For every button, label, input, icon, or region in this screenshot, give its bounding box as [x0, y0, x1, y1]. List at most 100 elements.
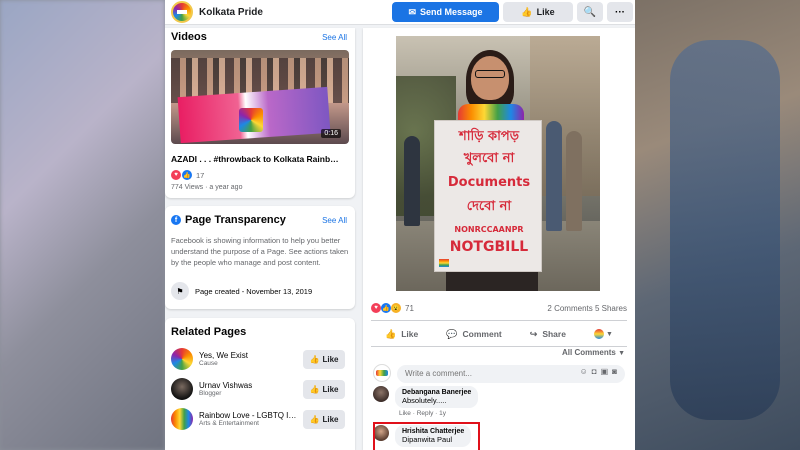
comment-text: Absolutely.....	[402, 396, 447, 405]
post-card: শাড়ি কাপড় খুলবো না Documents দেবো না N…	[363, 28, 635, 450]
transparency-header: f Page Transparency	[171, 214, 286, 226]
thumbs-up-icon: 👍	[309, 354, 320, 364]
video-duration: 0:16	[321, 129, 341, 138]
related-page-name[interactable]: Urnav Vishwas	[199, 381, 252, 390]
protester-glasses	[475, 70, 505, 78]
placard-line: NOTGBILL	[449, 239, 529, 255]
comments-shares-count[interactable]: 2 Comments 5 Shares	[547, 304, 627, 313]
banner-logo-image	[239, 108, 263, 132]
post-reaction-count[interactable]: 71	[405, 304, 414, 313]
post-stats: ♥ 👍 😮 71 2 Comments 5 Shares	[371, 303, 627, 313]
comment-tools: ☺ ◘ ▣ ◙	[580, 367, 617, 376]
flag-icon: ⚑	[171, 282, 189, 300]
related-page-like-label: Like	[322, 384, 339, 394]
related-page-avatar	[171, 378, 193, 400]
page-header-bar: Kolkata Pride ✉ Send Message 👍 Like 🔍 ··…	[165, 0, 635, 25]
video-reaction-count: 17	[196, 170, 205, 180]
like-page-button[interactable]: 👍 Like	[503, 2, 573, 22]
comment-input-wrapper: ☺ ◘ ▣ ◙	[397, 363, 625, 383]
send-message-button[interactable]: ✉ Send Message	[392, 2, 499, 22]
related-page-item[interactable]: Rainbow Love - LGBTQ I… Arts & Entertain…	[171, 408, 349, 430]
post-photo[interactable]: শাড়ি কাপড় খুলবো না Documents দেবো না N…	[396, 36, 600, 291]
related-page-category: Cause	[199, 360, 218, 367]
related-page-item[interactable]: Urnav Vishwas Blogger 👍 Like	[171, 378, 349, 400]
related-page-category: Blogger	[199, 390, 222, 397]
facebook-icon: f	[171, 215, 181, 225]
share-action-button[interactable]: ↪ Share	[530, 329, 566, 340]
page-avatar-icon	[593, 329, 604, 339]
gif-icon[interactable]: ▣	[601, 367, 609, 376]
love-reaction-icon: ♥	[371, 303, 381, 313]
page-name[interactable]: Kolkata Pride	[199, 7, 263, 18]
related-pages-card: Related Pages Yes, We Exist Cause 👍 Like…	[165, 318, 355, 450]
videos-see-all-link[interactable]: See All	[322, 33, 347, 42]
chevron-down-icon: ▼	[618, 350, 625, 357]
video-reactions[interactable]: ♥ 👍 17	[171, 170, 204, 180]
transparency-title: Page Transparency	[185, 214, 286, 226]
placard-line: দেবো না	[466, 199, 512, 214]
send-message-label: Send Message	[420, 7, 483, 17]
placard-rainbow-sticker	[439, 259, 449, 267]
more-button[interactable]: ···	[607, 2, 633, 22]
messenger-icon: ✉	[408, 6, 416, 17]
related-page-name[interactable]: Yes, We Exist	[199, 351, 248, 360]
background-person	[546, 121, 562, 231]
related-page-like-button[interactable]: 👍 Like	[303, 409, 345, 429]
divider	[371, 346, 627, 347]
related-page-like-label: Like	[322, 354, 339, 364]
placard-line: NONRCCAANPR	[454, 225, 524, 234]
placard-line: খুলবো না	[463, 151, 515, 166]
chevron-down-icon: ▼	[605, 330, 613, 338]
emoji-icon[interactable]: ☺	[580, 367, 588, 376]
comment: Debangana Banerjee Absolutely..... Like …	[373, 386, 479, 417]
related-page-name[interactable]: Rainbow Love - LGBTQ I…	[199, 411, 296, 420]
wow-reaction-icon: 😮	[391, 303, 401, 313]
thumbs-up-icon: 👍	[385, 328, 397, 339]
highlight-box	[373, 422, 480, 450]
thumbs-up-icon: 👍	[309, 384, 320, 394]
comment-icon: 💬	[446, 328, 458, 339]
share-action-label: Share	[542, 329, 566, 339]
like-page-label: Like	[536, 7, 555, 17]
page-transparency-card: f Page Transparency See All Facebook is …	[165, 206, 355, 309]
video-thumbnail[interactable]: 0:16	[171, 50, 349, 144]
videos-card: Videos See All 0:16 AZADI . . . #throwba…	[165, 28, 355, 198]
placard-line: Documents	[447, 175, 531, 190]
page-logo[interactable]	[171, 1, 193, 23]
transparency-see-all-link[interactable]: See All	[322, 216, 347, 225]
like-action-label: Like	[401, 329, 419, 339]
related-page-item[interactable]: Yes, We Exist Cause 👍 Like	[171, 348, 349, 370]
protester-face	[471, 56, 509, 100]
comment-meta[interactable]: Like · Reply · 1y	[395, 410, 478, 417]
video-title[interactable]: AZADI . . . #throwback to Kolkata Rainb…	[171, 154, 339, 164]
post-actions: 👍 Like 💬 Comment ↪ Share ▼	[371, 324, 627, 344]
share-icon: ↪	[529, 328, 538, 339]
comment-bubble: Debangana Banerjee Absolutely.....	[395, 386, 479, 408]
all-comments-label: All Comments	[562, 348, 616, 357]
related-page-avatar	[171, 408, 193, 430]
comment-composer: ☺ ◘ ▣ ◙	[373, 363, 625, 383]
like-reaction-icon: 👍	[381, 303, 391, 313]
like-action-button[interactable]: 👍 Like	[385, 329, 418, 340]
videos-title: Videos	[171, 31, 207, 43]
search-button[interactable]: 🔍	[577, 2, 603, 22]
all-comments-filter[interactable]: All Comments ▼	[562, 348, 625, 357]
divider	[371, 320, 627, 321]
page-created-row: ⚑ Page created - November 13, 2019	[171, 282, 312, 300]
background-person	[566, 131, 582, 231]
related-page-category: Arts & Entertainment	[199, 420, 259, 427]
commenter-avatar[interactable]	[373, 386, 389, 402]
post-as-selector[interactable]: ▼	[593, 329, 613, 339]
more-icon: ···	[615, 6, 625, 18]
placard-line: শাড়ি কাপড়	[459, 129, 519, 144]
related-page-like-button[interactable]: 👍 Like	[303, 349, 345, 369]
sticker-icon[interactable]: ◙	[612, 367, 617, 376]
current-page-avatar	[373, 364, 391, 382]
thumbs-up-icon: 👍	[521, 6, 533, 17]
commenter-name[interactable]: Debangana Banerjee	[402, 389, 471, 396]
related-page-like-button[interactable]: 👍 Like	[303, 379, 345, 399]
related-page-like-label: Like	[322, 414, 339, 424]
love-reaction-icon: ♥	[171, 170, 181, 180]
camera-icon[interactable]: ◘	[592, 367, 597, 376]
comment-action-button[interactable]: 💬 Comment	[446, 329, 501, 340]
